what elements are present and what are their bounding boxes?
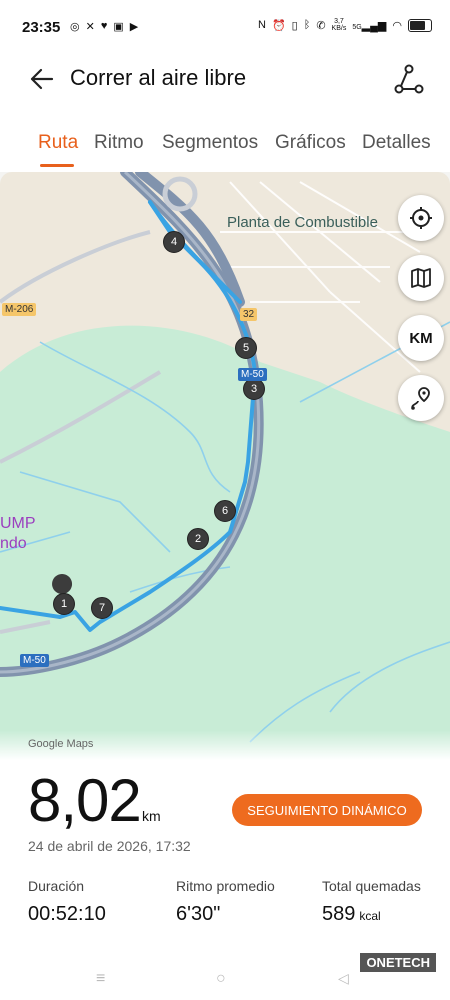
map-place-label: Planta de Combustible	[227, 214, 378, 231]
km-markers-button[interactable]: KM	[398, 315, 444, 361]
stat-label: Total quemadas	[322, 878, 421, 894]
road-sign-m206: M-206	[2, 303, 37, 316]
alarm-icon: ⏰	[271, 19, 286, 32]
road-sign-32: 32	[240, 308, 258, 321]
active-tab-indicator	[40, 164, 74, 167]
route-marker-4[interactable]: 4	[163, 231, 185, 253]
app-icon: ✕	[85, 21, 95, 33]
system-icons: N ⏰ ▯ ᛒ ✆ 3,7 KB/s 5G▂▄▆ ◠	[258, 18, 432, 32]
stat-value: 589 kcal	[322, 903, 381, 925]
app-bar: Correr al aire libre	[0, 50, 450, 108]
route-marker-3[interactable]: 3	[243, 378, 265, 400]
vibrate-icon: ▯	[291, 19, 298, 32]
stat-label: Duración	[28, 878, 85, 894]
dynamic-tracking-button[interactable]: SEGUIMIENTO DINÁMICO	[232, 794, 422, 826]
tab-segmentos[interactable]: Segmentos	[162, 132, 258, 154]
signal-icon: 5G▂▄▆	[352, 19, 387, 32]
map-partial-label-2: ndo	[0, 535, 27, 552]
route-marker-1[interactable]: 1	[53, 593, 75, 615]
activity-date: 24 de abril de 2026, 17:32	[28, 838, 191, 854]
road-sign-m50-b: M-50	[20, 654, 49, 667]
system-nav-bar: ≡ ○ ◁	[0, 968, 450, 1000]
map-partial-label-1: UMP	[0, 515, 36, 532]
tab-graficos[interactable]: Gráficos	[275, 132, 346, 154]
tab-ruta[interactable]: Ruta	[38, 132, 78, 154]
stat-duration: Duración 00:52:10	[28, 878, 106, 926]
distance-value: 8,02	[28, 767, 142, 834]
route-marker-2[interactable]: 2	[187, 528, 209, 550]
stat-pace: Ritmo promedio 6'30"	[176, 878, 275, 926]
instagram-icon: ◎	[70, 21, 80, 33]
map-attribution: Google Maps	[28, 738, 94, 750]
map-type-button[interactable]	[398, 255, 444, 301]
route-marker-6[interactable]: 6	[214, 500, 236, 522]
notification-icons: ◎ ✕ ♥ ▣ ▶	[70, 20, 138, 33]
route-pin-icon	[411, 387, 430, 410]
call-icon: ✆	[316, 19, 326, 32]
tab-bar: Ruta Ritmo Segmentos Gráficos Detalles	[0, 108, 450, 172]
menu-icon[interactable]: ≡	[96, 970, 105, 988]
back-arrow-icon[interactable]	[26, 62, 60, 96]
status-time: 23:35	[22, 19, 61, 36]
health-icon: ♥	[100, 20, 108, 32]
route-marker-5[interactable]: 5	[235, 337, 257, 359]
linkedin-icon: ▣	[113, 21, 124, 33]
nfc-icon: N	[257, 19, 266, 31]
bluetooth-icon: ᛒ	[303, 19, 311, 31]
route-playback-button[interactable]	[398, 375, 444, 421]
crosshair-icon	[410, 207, 432, 229]
map-canvas	[0, 172, 450, 762]
road-sign-m50-a: M-50	[238, 368, 267, 381]
stat-label: Ritmo promedio	[176, 878, 275, 894]
network-speed: 3,7 KB/s	[331, 18, 347, 32]
stat-value: 6'30"	[176, 903, 221, 925]
tab-detalles[interactable]: Detalles	[362, 132, 431, 154]
back-nav-icon[interactable]: ◁	[338, 970, 349, 987]
distance-unit: km	[142, 808, 161, 824]
status-bar: 23:35 ◎ ✕ ♥ ▣ ▶ N ⏰ ▯ ᛒ ✆ 3,7 KB/s 5G▂▄▆ …	[0, 0, 450, 50]
home-icon[interactable]: ○	[216, 970, 226, 988]
route-map[interactable]: 1 2 3 4 5 6 7 Planta de Combustible UMP …	[0, 172, 450, 762]
locate-button[interactable]	[398, 195, 444, 241]
share-route-icon[interactable]	[392, 62, 426, 96]
stat-value: 00:52:10	[28, 903, 106, 925]
map-icon	[411, 268, 431, 288]
tab-ritmo[interactable]: Ritmo	[94, 132, 144, 154]
page-title: Correr al aire libre	[70, 65, 247, 90]
stat-unit: kcal	[359, 909, 381, 923]
route-marker-7[interactable]: 7	[91, 597, 113, 619]
battery-icon	[408, 18, 432, 32]
stat-calories: Total quemadas 589 kcal	[322, 878, 421, 926]
wifi-icon: ◠	[392, 19, 402, 32]
youtube-icon: ▶	[129, 21, 139, 33]
